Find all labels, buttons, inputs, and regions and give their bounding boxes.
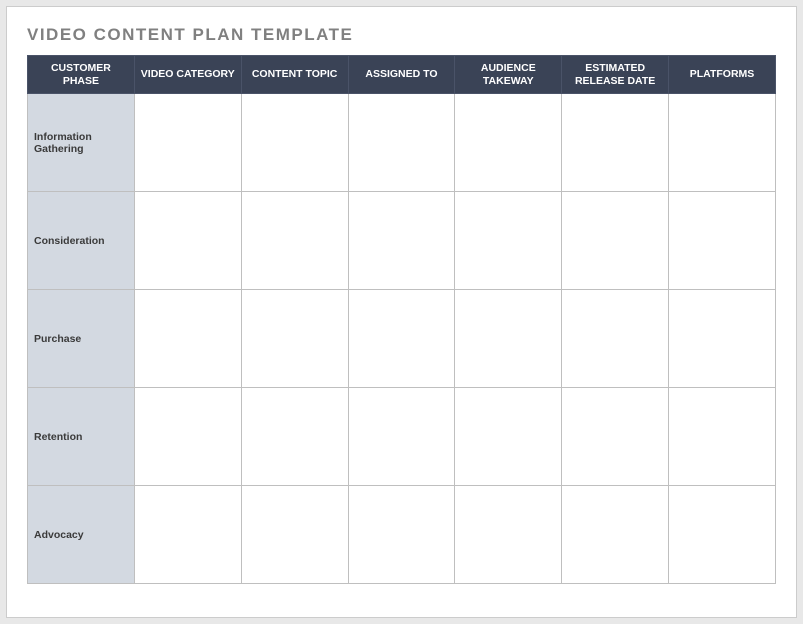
cell-audience-takeway bbox=[455, 94, 562, 192]
cell-content-topic bbox=[241, 192, 348, 290]
page: VIDEO CONTENT PLAN TEMPLATE CUSTOMER PHA… bbox=[6, 6, 797, 618]
cell-audience-takeway bbox=[455, 486, 562, 584]
content-plan-table: CUSTOMER PHASE VIDEO CATEGORY CONTENT TO… bbox=[27, 55, 776, 584]
col-customer-phase: CUSTOMER PHASE bbox=[28, 56, 135, 94]
page-title: VIDEO CONTENT PLAN TEMPLATE bbox=[27, 25, 776, 45]
cell-video-category bbox=[134, 192, 241, 290]
table-row: Consideration bbox=[28, 192, 776, 290]
cell-audience-takeway bbox=[455, 192, 562, 290]
cell-estimated-release-date bbox=[562, 486, 669, 584]
col-assigned-to: ASSIGNED TO bbox=[348, 56, 455, 94]
cell-assigned-to bbox=[348, 486, 455, 584]
cell-video-category bbox=[134, 290, 241, 388]
cell-content-topic bbox=[241, 94, 348, 192]
phase-cell: Consideration bbox=[28, 192, 135, 290]
cell-platforms bbox=[669, 94, 776, 192]
cell-assigned-to bbox=[348, 388, 455, 486]
cell-assigned-to bbox=[348, 192, 455, 290]
table-row: Information Gathering bbox=[28, 94, 776, 192]
col-estimated-release-date: ESTIMATED RELEASE DATE bbox=[562, 56, 669, 94]
col-content-topic: CONTENT TOPIC bbox=[241, 56, 348, 94]
header-row: CUSTOMER PHASE VIDEO CATEGORY CONTENT TO… bbox=[28, 56, 776, 94]
table-row: Purchase bbox=[28, 290, 776, 388]
cell-audience-takeway bbox=[455, 290, 562, 388]
phase-cell: Advocacy bbox=[28, 486, 135, 584]
cell-estimated-release-date bbox=[562, 192, 669, 290]
cell-video-category bbox=[134, 486, 241, 584]
cell-audience-takeway bbox=[455, 388, 562, 486]
cell-video-category bbox=[134, 94, 241, 192]
cell-video-category bbox=[134, 388, 241, 486]
phase-cell: Information Gathering bbox=[28, 94, 135, 192]
cell-assigned-to bbox=[348, 94, 455, 192]
cell-content-topic bbox=[241, 290, 348, 388]
col-platforms: PLATFORMS bbox=[669, 56, 776, 94]
table-row: Advocacy bbox=[28, 486, 776, 584]
cell-estimated-release-date bbox=[562, 290, 669, 388]
col-audience-takeway: AUDIENCE TAKEWAY bbox=[455, 56, 562, 94]
phase-cell: Retention bbox=[28, 388, 135, 486]
cell-content-topic bbox=[241, 486, 348, 584]
table-row: Retention bbox=[28, 388, 776, 486]
cell-platforms bbox=[669, 388, 776, 486]
col-video-category: VIDEO CATEGORY bbox=[134, 56, 241, 94]
cell-estimated-release-date bbox=[562, 94, 669, 192]
cell-estimated-release-date bbox=[562, 388, 669, 486]
cell-platforms bbox=[669, 192, 776, 290]
cell-platforms bbox=[669, 290, 776, 388]
cell-content-topic bbox=[241, 388, 348, 486]
cell-assigned-to bbox=[348, 290, 455, 388]
cell-platforms bbox=[669, 486, 776, 584]
phase-cell: Purchase bbox=[28, 290, 135, 388]
